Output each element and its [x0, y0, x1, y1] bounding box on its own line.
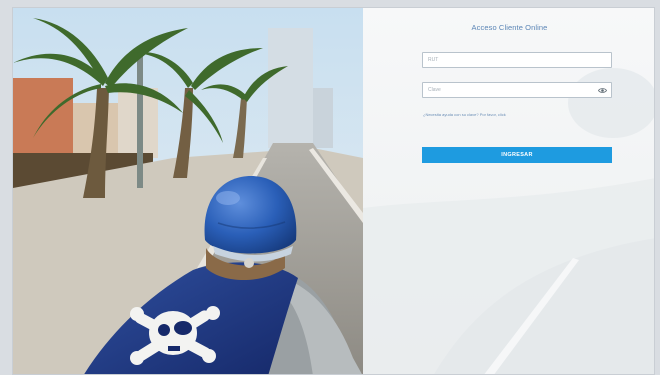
hero-photo-child-with-helmet: [13, 8, 363, 374]
password-input[interactable]: [423, 83, 611, 97]
login-panel: Acceso Cliente Online ¿Necesita ayuda co…: [363, 8, 654, 374]
forgot-password-link[interactable]: ¿Necesita ayuda con su clave? Por favor,…: [423, 112, 506, 117]
login-title: Acceso Cliente Online: [471, 23, 548, 32]
submit-button[interactable]: INGRESAR: [422, 147, 612, 163]
eye-icon[interactable]: [598, 87, 607, 94]
rut-field[interactable]: [422, 52, 612, 68]
login-page-frame: Acceso Cliente Online ¿Necesita ayuda co…: [12, 7, 655, 375]
rut-input[interactable]: [423, 53, 611, 67]
hero-image: [13, 8, 363, 374]
password-field[interactable]: [422, 82, 612, 98]
